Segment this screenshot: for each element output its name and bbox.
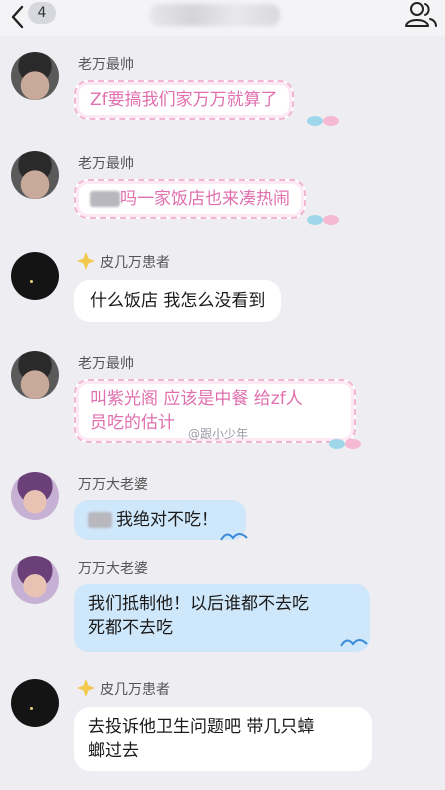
avatar[interactable] [11, 679, 59, 727]
message-bubble[interactable]: Zf要搞我们家万万就算了 [74, 80, 294, 120]
sender-name: 皮几万患者 [100, 682, 170, 698]
watermark: @跟小少年 [188, 427, 249, 441]
message-row: 老万最帅 叫紫光阁 应该是中餐 给zf人 员吃的估计 @跟小少年 [0, 347, 445, 457]
avatar[interactable] [11, 252, 59, 300]
star-badge-icon [77, 252, 95, 270]
unread-badge[interactable]: 4 [28, 2, 56, 24]
message-row: 皮几万患者 什么饭店 我怎么没看到 [0, 248, 445, 333]
message-bubble[interactable]: 去投诉他卫生问题吧 带几只蟑 螂过去 [74, 707, 372, 771]
redacted-text [88, 512, 112, 528]
avatar[interactable] [11, 52, 59, 100]
avatar[interactable] [11, 351, 59, 399]
message-row: 皮几万患者 去投诉他卫生问题吧 带几只蟑 螂过去 [0, 675, 445, 790]
back-arrow-icon[interactable] [8, 4, 30, 30]
bubble-decoration-icon [329, 439, 361, 449]
sender-name: 老万最帅 [78, 356, 134, 372]
avatar[interactable] [11, 472, 59, 520]
group-members-icon[interactable] [404, 0, 438, 30]
bubble-decoration-icon [307, 116, 339, 126]
wave-decoration-icon [220, 533, 248, 541]
sender-name: 老万最帅 [78, 57, 134, 73]
redacted-text [90, 191, 120, 207]
bubble-decoration-icon [307, 215, 339, 225]
message-row: 万万大老婆 我绝对不吃！ [0, 468, 445, 548]
message-text: 我绝对不吃！ [116, 510, 218, 530]
message-text-line-1: 叫紫光阁 应该是中餐 给zf人 [90, 389, 303, 409]
sender-name: 老万最帅 [78, 156, 134, 172]
avatar[interactable] [11, 151, 59, 199]
message-bubble[interactable]: 什么饭店 我怎么没看到 [74, 280, 282, 322]
star-badge-icon [77, 679, 95, 697]
chat-title-blurred [150, 4, 280, 26]
message-bubble[interactable]: 我们抵制他！以后谁都不去吃 死都不去吃 [74, 584, 370, 652]
avatar[interactable] [11, 556, 59, 604]
sender-name: 皮几万患者 [100, 255, 170, 271]
message-row: 老万最帅 吗一家饭店也来凑热闹 [0, 147, 445, 237]
message-row: 万万大老婆 我们抵制他！以后谁都不去吃 死都不去吃 [0, 552, 445, 662]
message-bubble[interactable]: 吗一家饭店也来凑热闹 [74, 179, 306, 219]
top-bar: 4 [0, 0, 445, 36]
wave-decoration-icon [340, 639, 368, 647]
message-text-line-2: 死都不去吃 [88, 618, 173, 638]
sender-name: 万万大老婆 [78, 477, 148, 493]
message-text-line-2: 螂过去 [88, 741, 139, 761]
message-text-line-1: 我们抵制他！以后谁都不去吃 [88, 594, 309, 614]
message-text: 什么饭店 我怎么没看到 [90, 291, 266, 311]
message-row: 老万最帅 Zf要搞我们家万万就算了 [0, 48, 445, 138]
message-text: 吗一家饭店也来凑热闹 [120, 189, 290, 209]
sender-name: 万万大老婆 [78, 561, 148, 577]
message-text-line-1: 去投诉他卫生问题吧 带几只蟑 [88, 717, 315, 737]
message-text: Zf要搞我们家万万就算了 [90, 90, 278, 110]
